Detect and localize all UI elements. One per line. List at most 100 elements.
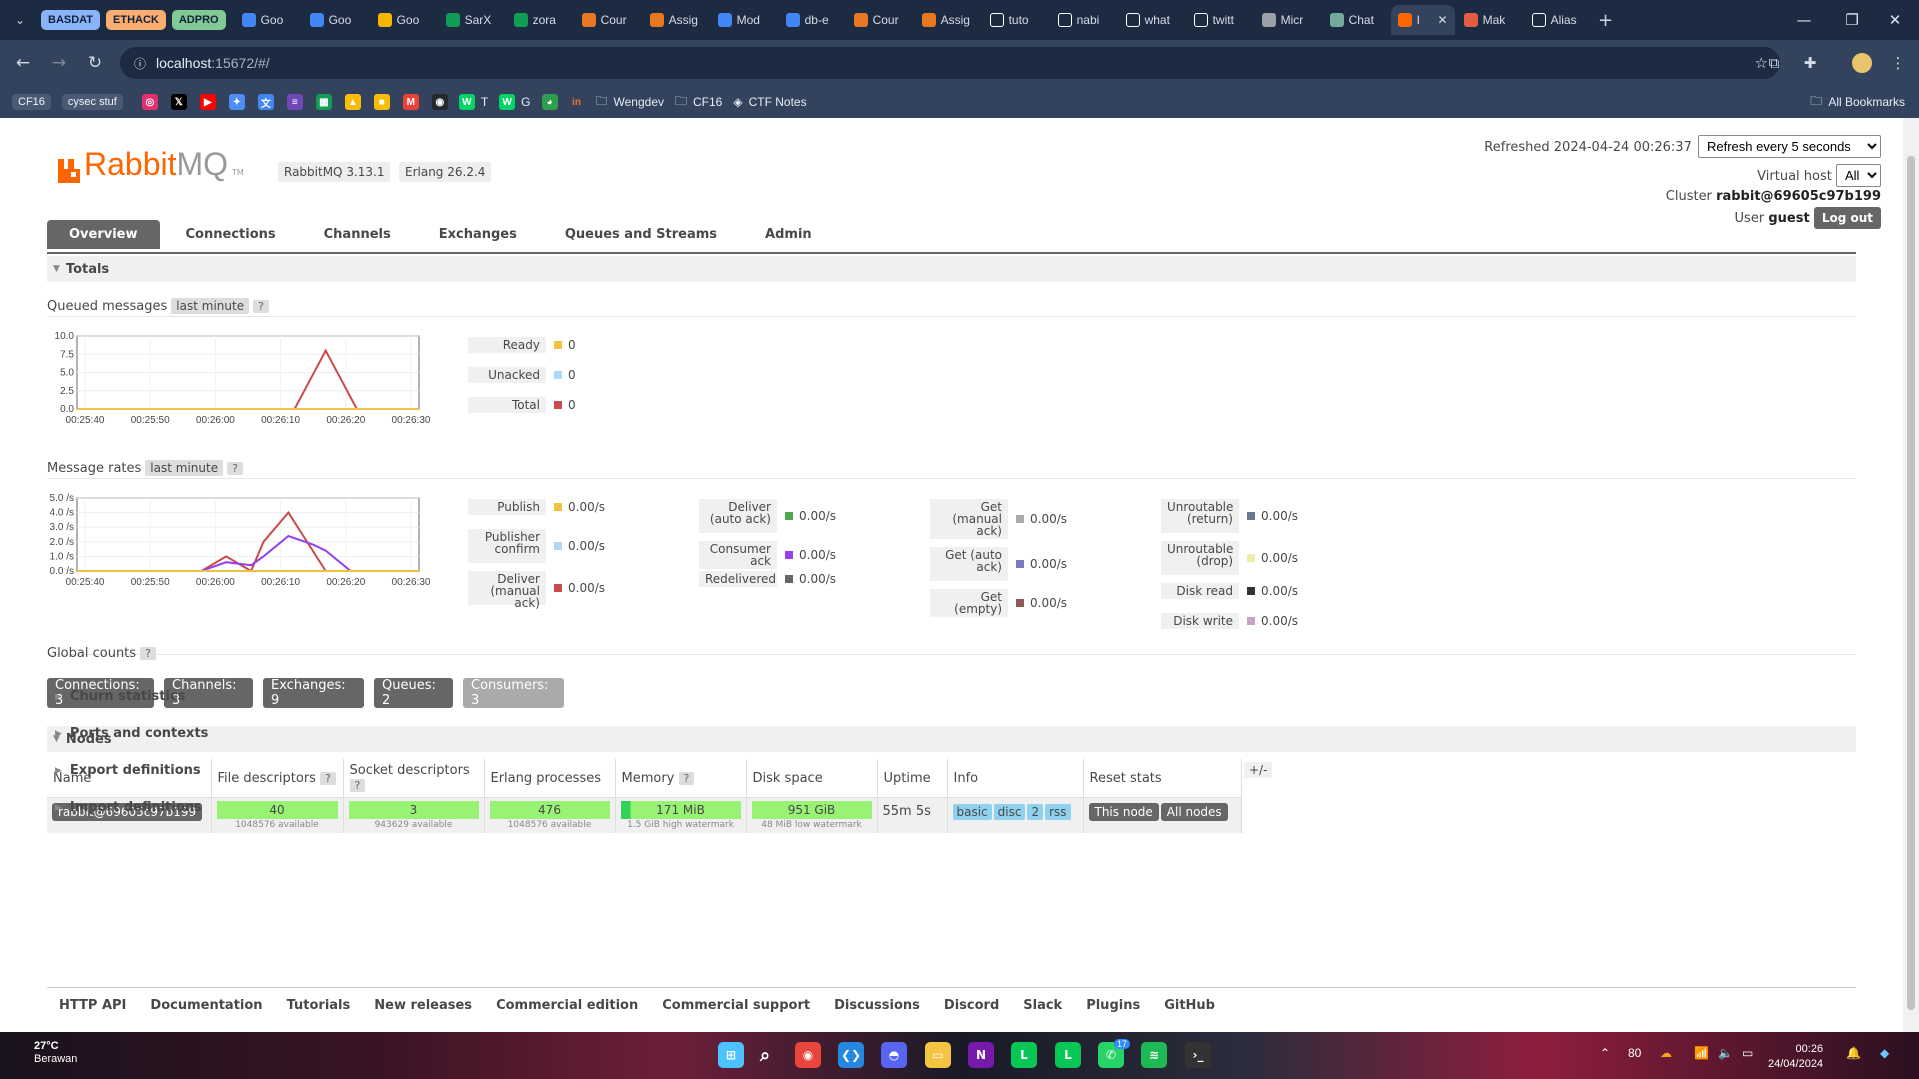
bookmark-g[interactable]: WG	[499, 94, 531, 110]
gmail-icon[interactable]: M	[402, 94, 419, 110]
browser-tab[interactable]: Goo	[371, 5, 437, 35]
wifi-icon[interactable]: 📶	[1694, 1046, 1709, 1060]
keep-icon[interactable]: ■	[373, 94, 390, 110]
global-count-button[interactable]: Consumers: 3	[463, 678, 564, 708]
footer-link[interactable]: Commercial support	[662, 998, 810, 1013]
footer-link[interactable]: Slack	[1023, 998, 1062, 1013]
footer-link[interactable]: Commercial edition	[496, 998, 638, 1013]
terminal-icon[interactable]: ›_	[1185, 1042, 1211, 1068]
help-button[interactable]: ?	[320, 771, 336, 785]
minimize-icon[interactable]: —	[1780, 0, 1828, 40]
file-explorer-icon[interactable]: ▭	[925, 1042, 951, 1068]
cloud-icon[interactable]: ☁	[1660, 1046, 1672, 1060]
footer-link[interactable]: New releases	[374, 998, 472, 1013]
youtube-icon[interactable]: ▶	[199, 94, 216, 110]
bookmark-chip-cf16[interactable]: CF16	[12, 94, 51, 110]
profile-avatar[interactable]	[1848, 49, 1876, 77]
bookmark-t[interactable]: WT	[458, 94, 488, 110]
columns-toggle-button[interactable]: +/-	[1244, 762, 1273, 778]
url-input[interactable]: ⓘ localhost:15672/#/ ☆	[120, 47, 1780, 79]
browser-tab[interactable]: Chat	[1323, 5, 1389, 35]
browser-tab[interactable]: Goo	[235, 5, 301, 35]
menu-kebab-icon[interactable]: ⋮	[1884, 49, 1912, 77]
system-clock[interactable]: 00:26 24/04/2024	[1768, 1042, 1823, 1072]
github-icon[interactable]: ◉	[431, 94, 448, 110]
browser-tab[interactable]: Alias	[1525, 5, 1591, 35]
global-count-button[interactable]: Exchanges: 9	[263, 678, 364, 708]
line-icon[interactable]: L	[1011, 1042, 1037, 1068]
section-toggle-export-definitions[interactable]: ▶ Export definitions	[55, 763, 201, 778]
site-info-icon[interactable]: ⓘ	[134, 55, 146, 72]
tray-chevron-icon[interactable]: ⌃	[1600, 1046, 1610, 1060]
new-tab-icon[interactable]: +	[1594, 8, 1618, 32]
onenote-icon[interactable]: N	[968, 1042, 994, 1068]
nav-tab-admin[interactable]: Admin	[743, 220, 834, 249]
browser-tab[interactable]: Assig	[643, 5, 709, 35]
nav-tab-exchanges[interactable]: Exchanges	[417, 220, 539, 249]
browser-tab[interactable]: Cour	[847, 5, 913, 35]
windows-start-icon[interactable]: ⊞	[718, 1042, 744, 1068]
info-badge[interactable]: basic	[952, 804, 992, 820]
refresh-interval-select[interactable]: Refresh every 5 seconds	[1698, 135, 1881, 158]
tab-search-icon[interactable]: ⌄	[8, 8, 32, 32]
help-button[interactable]: ?	[227, 461, 243, 475]
nav-tab-overview[interactable]: Overview	[47, 220, 160, 249]
reload-icon[interactable]: ↻	[82, 50, 108, 76]
notification-bell-icon[interactable]: 🔔	[1846, 1046, 1861, 1060]
browser-tab[interactable]: nabi	[1051, 5, 1117, 35]
forward-icon[interactable]: →	[46, 50, 72, 76]
browser-tab[interactable]: Mod	[711, 5, 777, 35]
vhost-select[interactable]: All	[1836, 164, 1881, 187]
translate-icon[interactable]: 文	[257, 94, 274, 110]
browser-tab[interactable]: db-e	[779, 5, 845, 35]
help-button[interactable]: ?	[349, 779, 366, 792]
line-icon[interactable]: L	[1055, 1042, 1081, 1068]
rabbitmq-logo[interactable]: RabbitMQ TM	[58, 146, 244, 183]
section-toggle-churn-statistics[interactable]: ▶ Churn statistics	[55, 689, 185, 704]
range-selector[interactable]: last minute	[171, 298, 250, 314]
range-selector[interactable]: last minute	[145, 460, 224, 476]
bookmark-folder-cf16[interactable]: 🗀 CF16	[675, 92, 722, 113]
tab-group-chip[interactable]: ETHACK	[106, 10, 166, 30]
section-toggle-ports-and-contexts[interactable]: ▶ Ports and contexts	[55, 726, 208, 741]
scrollbar-thumb[interactable]	[1907, 156, 1915, 1010]
page-scrollbar[interactable]	[1903, 118, 1919, 1032]
forms-icon[interactable]: ≡	[286, 94, 303, 110]
browser-tab[interactable]: SarX	[439, 5, 505, 35]
footer-link[interactable]: Plugins	[1086, 998, 1140, 1013]
footer-link[interactable]: Discussions	[834, 998, 920, 1013]
back-icon[interactable]: ←	[10, 50, 36, 76]
browser-tab[interactable]: twitt	[1187, 5, 1253, 35]
copilot-icon[interactable]: ◆	[1880, 1046, 1889, 1060]
browser-tab[interactable]: Goo	[303, 5, 369, 35]
footer-link[interactable]: HTTP API	[59, 998, 126, 1013]
help-button[interactable]: ?	[140, 647, 156, 660]
footer-link[interactable]: Tutorials	[287, 998, 351, 1013]
browser-tab[interactable]: what	[1119, 5, 1185, 35]
spotify-icon[interactable]: ≋	[1141, 1042, 1167, 1068]
footer-link[interactable]: Documentation	[150, 998, 262, 1013]
browser-tab[interactable]: zora	[507, 5, 573, 35]
nav-tab-channels[interactable]: Channels	[302, 220, 413, 249]
footer-link[interactable]: GitHub	[1164, 998, 1215, 1013]
discord-icon[interactable]: ◓	[881, 1042, 907, 1068]
browser-tab[interactable]: Assig	[915, 5, 981, 35]
info-badge[interactable]: disc	[993, 804, 1026, 820]
totals-section-header[interactable]: ▼ Totals	[47, 256, 1856, 282]
chrome-icon[interactable]: ◉	[795, 1042, 821, 1068]
global-count-button[interactable]: Queues: 2	[374, 678, 453, 708]
info-badge[interactable]: 2	[1027, 804, 1044, 820]
nodes-section-header[interactable]: ▼ Nodes	[47, 726, 1856, 752]
vscode-icon[interactable]: ❮❯	[838, 1042, 864, 1068]
logout-button[interactable]: Log out	[1813, 207, 1881, 229]
bookmark-chip-cysec[interactable]: cysec stuf	[61, 94, 123, 110]
weather-widget[interactable]: 27°C Berawan	[34, 1040, 77, 1066]
section-toggle-import-definitions[interactable]: ▶ Import definitions	[55, 800, 202, 815]
footer-link[interactable]: Discord	[944, 998, 999, 1013]
browser-tab[interactable]: Cour	[575, 5, 641, 35]
bookmark-ctf-notes[interactable]: ◈ CTF Notes	[733, 95, 806, 109]
close-tab-icon[interactable]: ✕	[1438, 13, 1448, 27]
owl-icon[interactable]: ◕	[541, 94, 558, 110]
gemini-icon[interactable]: ✦	[228, 94, 245, 110]
browser-tab[interactable]: Micr	[1255, 5, 1321, 35]
